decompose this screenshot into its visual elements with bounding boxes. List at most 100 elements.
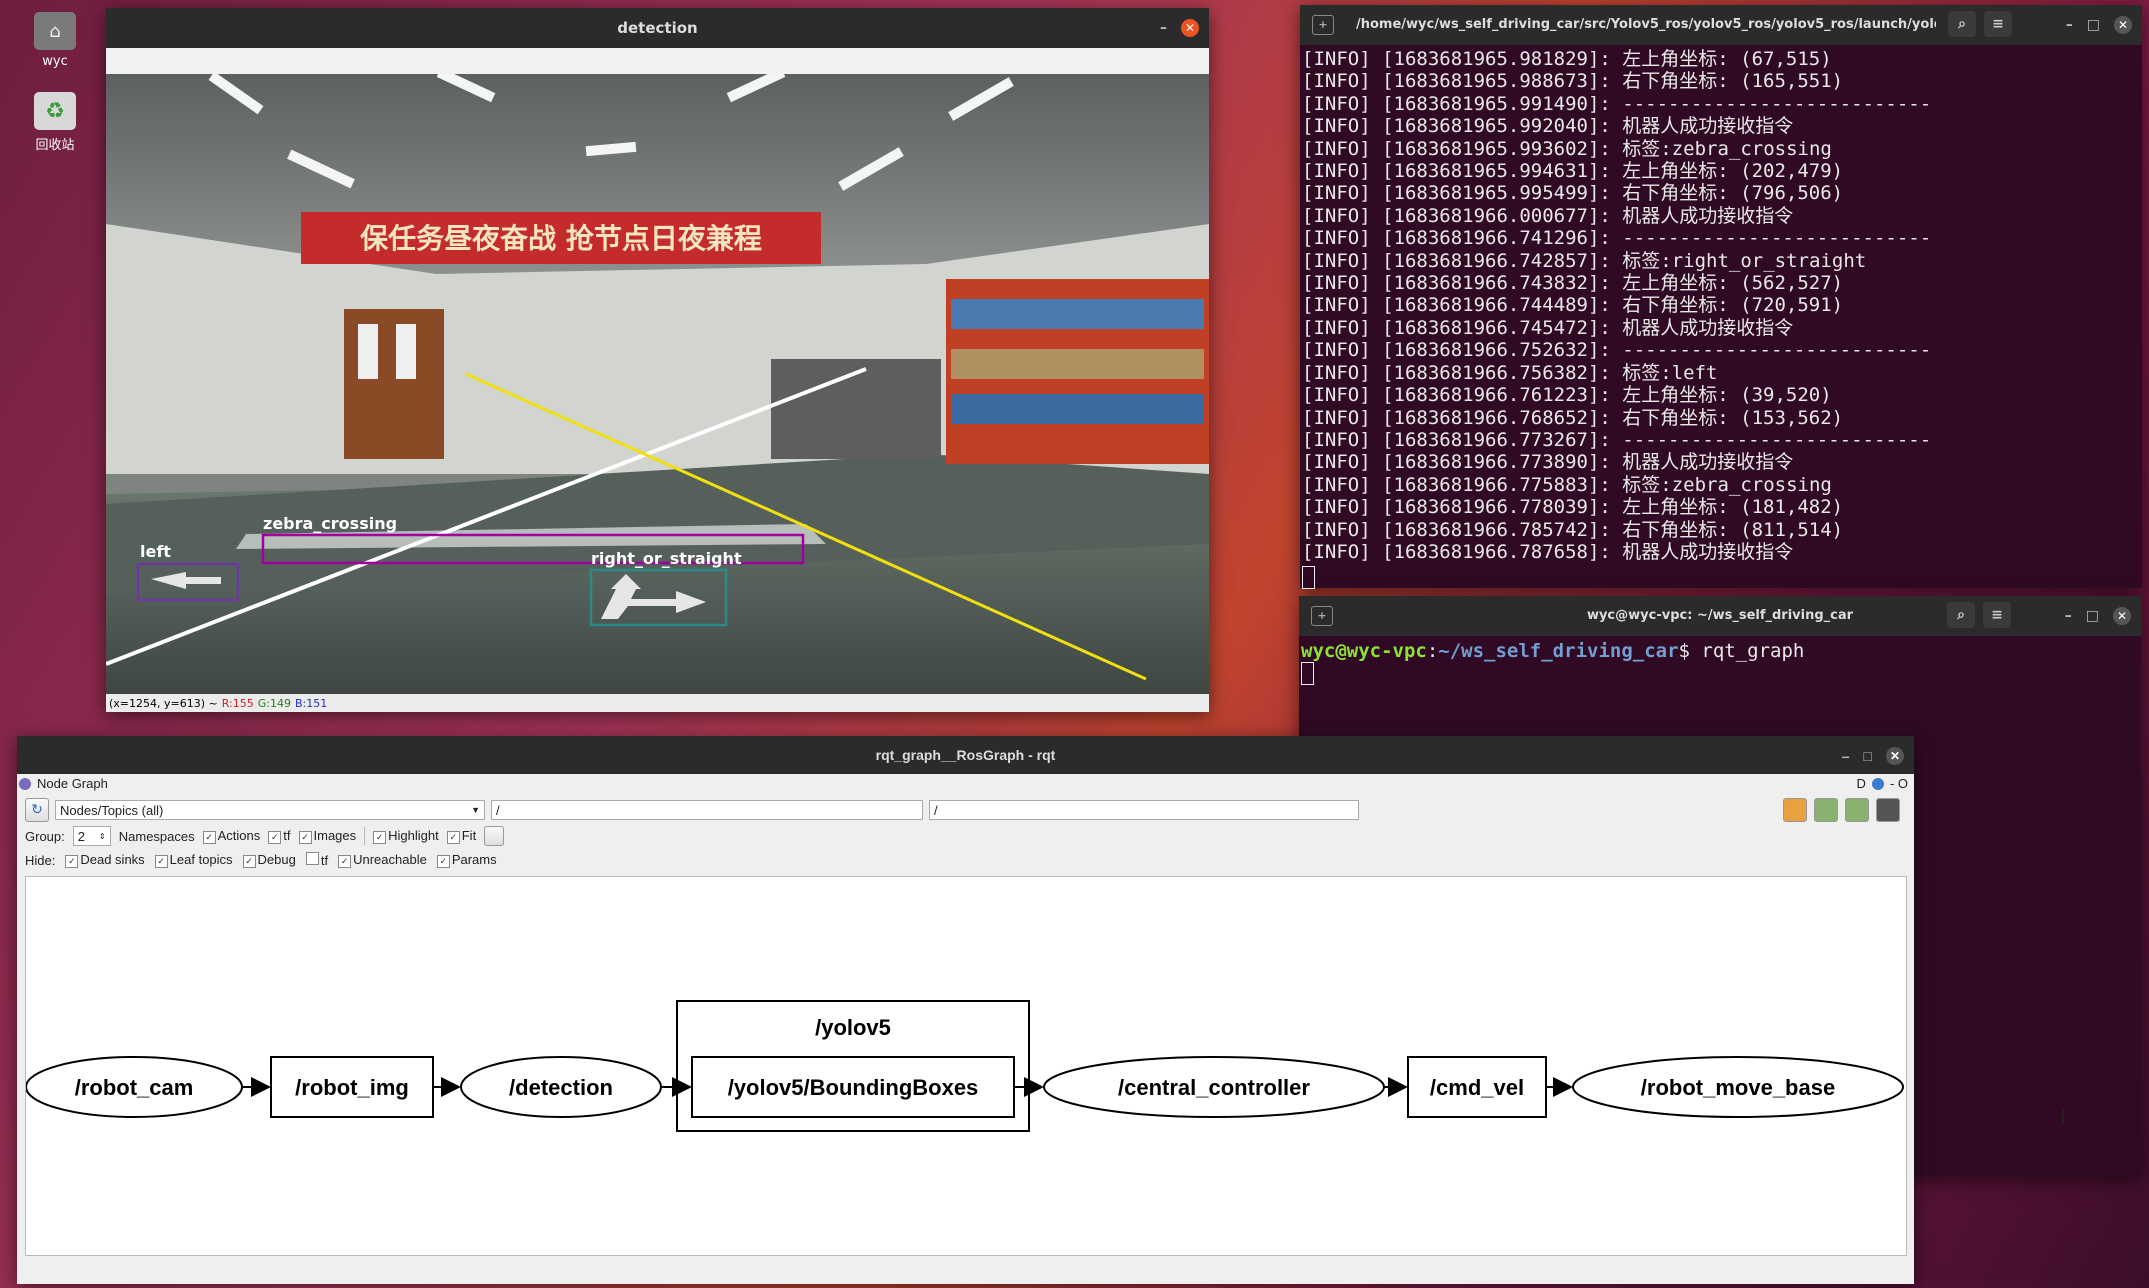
option-highlight[interactable]: ✓ Highlight: [373, 828, 439, 844]
divider: [364, 827, 366, 845]
log-line: [INFO] [1683681966.756382]: 标签:left: [1302, 361, 1718, 384]
hide-leaf-topics[interactable]: ✓ Leaf topics: [154, 852, 233, 868]
topic-filter-value: /: [934, 802, 938, 818]
save-image-icon[interactable]: [1876, 798, 1900, 822]
hide-unreachable[interactable]: ✓ Unreachable: [338, 852, 427, 868]
load-dot-icon[interactable]: [1783, 798, 1807, 822]
search-icon[interactable]: ⌕: [1948, 11, 1976, 37]
option-actions[interactable]: ✓ Actions: [202, 828, 260, 844]
command-text: rqt_graph: [1701, 640, 1805, 662]
prompt-end: $: [1678, 640, 1702, 662]
trash-icon[interactable]: ♻ 回收站: [25, 92, 85, 153]
fit-view-icon[interactable]: [484, 826, 505, 846]
node-robot-cam-label: /robot_cam: [75, 1075, 194, 1100]
log-line: [INFO] [1683681966.742857]: 标签:right_or_…: [1302, 249, 1867, 272]
close-icon[interactable]: ✕: [1886, 747, 1904, 765]
minimize-icon[interactable]: –: [2065, 605, 2072, 627]
namespace-yolov5-label: /yolov5: [815, 1015, 891, 1040]
terminal-launch-titlebar: + /home/wyc/ws_self_driving_car/src/Yolo…: [1300, 5, 2142, 45]
pixel-green: G:149: [257, 696, 291, 710]
topic-filter-input[interactable]: /: [929, 800, 1359, 820]
maximize-icon[interactable]: □: [1864, 748, 1872, 764]
namespace-filter-value: /: [496, 802, 500, 818]
pixel-coords: (x=1254, y=613) ~: [109, 696, 218, 710]
rqt-title: rqt_graph__RosGraph - rqt: [875, 747, 1056, 763]
hide-row: Hide: ✓ Dead sinks ✓ Leaf topics ✓ Debug tf…: [25, 852, 497, 868]
new-tab-icon[interactable]: +: [1311, 606, 1333, 626]
namespace-filter-input[interactable]: /: [491, 800, 923, 820]
option-tf[interactable]: ✓ tf: [268, 828, 291, 844]
new-tab-icon[interactable]: +: [1312, 15, 1334, 35]
hide-label: Hide:: [25, 852, 56, 868]
left-label: left: [140, 542, 171, 561]
log-line: [INFO] [1683681966.000677]: 机器人成功接收指令: [1302, 204, 1794, 227]
search-icon[interactable]: ⌕: [1947, 602, 1975, 628]
log-line: [INFO] [1683681966.768652]: 右下角坐标: (153,…: [1302, 406, 1844, 429]
log-line: [INFO] [1683681966.775883]: 标签:zebra_cro…: [1302, 473, 1832, 496]
help-icon[interactable]: [1871, 777, 1884, 790]
terminal-launch-title: /home/wyc/ws_self_driving_car/src/Yolov5…: [1356, 16, 1936, 32]
hide-tf[interactable]: tf: [305, 852, 328, 868]
mode-select[interactable]: Nodes/Topics (all) ▼: [55, 800, 485, 820]
close-icon[interactable]: ✕: [2114, 16, 2132, 34]
plugin-header: Node Graph: [19, 776, 108, 791]
camera-image: 保任务昼夜奋战 抢节点日夜兼程 zebra_crossing left righ…: [106, 74, 1209, 694]
log-line: [INFO] [1683681966.745472]: 机器人成功接收指令: [1302, 316, 1794, 339]
topic-cmd-vel-label: /cmd_vel: [1430, 1075, 1524, 1100]
save-svg-icon[interactable]: [1845, 798, 1869, 822]
rqt-titlebar: rqt_graph__RosGraph - rqt – □ ✕: [17, 736, 1914, 774]
menu-icon[interactable]: ≡: [1983, 602, 2011, 628]
rqt-window: rqt_graph__RosGraph - rqt – □ ✕ Node Gra…: [17, 736, 1914, 1284]
shell-cursor: [1301, 662, 1314, 686]
terminal-shell-output[interactable]: wyc@wyc-vpc:~/ws_self_driving_car$ rqt_g…: [1299, 636, 2141, 689]
hide-params[interactable]: ✓ Params: [436, 852, 497, 868]
close-plugin-button[interactable]: - O: [1890, 776, 1908, 791]
group-spinbox[interactable]: 2 ⇕: [72, 826, 111, 846]
hide-debug[interactable]: ✓ Debug: [242, 852, 296, 868]
chevron-down-icon: ▼: [471, 805, 480, 815]
terminal-launch-cursor: [1300, 566, 2142, 590]
log-line: [INFO] [1683681966.744489]: 右下角坐标: (720,…: [1302, 294, 1844, 317]
zebra-crossing-label: zebra_crossing: [263, 514, 397, 533]
prompt-sep: :: [1426, 640, 1439, 662]
minimize-icon[interactable]: –: [2066, 14, 2073, 36]
dock-button[interactable]: D: [1857, 776, 1866, 791]
prompt-user: wyc@wyc-vpc: [1301, 640, 1427, 662]
pixel-blue: B:151: [294, 696, 328, 710]
minimize-icon[interactable]: –: [1842, 748, 1850, 764]
option-namespaces[interactable]: Namespaces: [119, 829, 195, 844]
log-line: [INFO] [1683681965.988673]: 右下角坐标: (165,…: [1302, 70, 1844, 93]
prompt-path: ~/ws_self_driving_car: [1438, 640, 1679, 662]
refresh-icon[interactable]: ↻: [25, 798, 49, 822]
save-dot-icon[interactable]: [1814, 798, 1838, 822]
hide-dead-sinks[interactable]: ✓ Dead sinks: [65, 852, 145, 868]
trash-label: 回收站: [35, 138, 75, 153]
terminal-launch-window: + /home/wyc/ws_self_driving_car/src/Yolo…: [1300, 5, 2142, 590]
graph-canvas[interactable]: /robot_cam /robot_img /detection /yolov5…: [25, 876, 1907, 1256]
node-robot-move-base-label: /robot_move_base: [1641, 1075, 1835, 1100]
mode-select-value: Nodes/Topics (all): [60, 802, 164, 818]
maximize-icon[interactable]: □: [2087, 14, 2100, 36]
home-folder-icon[interactable]: ⌂ wyc: [25, 12, 85, 69]
option-images[interactable]: ✓ Images: [298, 828, 356, 844]
group-value: 2: [77, 828, 85, 844]
maximize-icon[interactable]: □: [2086, 605, 2099, 627]
log-line: [INFO] [1683681965.994631]: 左上角坐标: (202,…: [1302, 160, 1844, 183]
log-line: [INFO] [1683681965.992040]: 机器人成功接收指令: [1302, 115, 1794, 138]
log-line: [INFO] [1683681966.778039]: 左上角坐标: (181,…: [1302, 496, 1844, 519]
group-label: Group:: [25, 828, 65, 844]
topic-robot-img-label: /robot_img: [295, 1075, 409, 1100]
menu-icon[interactable]: ≡: [1984, 11, 2012, 37]
minimize-icon[interactable]: –: [1160, 20, 1167, 36]
log-line: [INFO] [1683681966.743832]: 左上角坐标: (562,…: [1302, 272, 1844, 295]
filter-row: ↻ Nodes/Topics (all) ▼ / /: [25, 798, 1359, 822]
close-icon[interactable]: ✕: [1181, 19, 1199, 37]
terminal-launch-output[interactable]: [INFO] [1683681965.981829]: 左上角坐标: (67,5…: [1300, 45, 2142, 566]
pixel-status-bar: (x=1254, y=613) ~ R:155 G:149 B:151: [106, 694, 1209, 712]
log-line: [INFO] [1683681966.787658]: 机器人成功接收指令: [1302, 540, 1794, 563]
plugin-icon: [19, 777, 31, 790]
option-fit[interactable]: ✓ Fit: [446, 828, 476, 844]
right-or-straight-label: right_or_straight: [591, 549, 742, 568]
close-icon[interactable]: ✕: [2113, 607, 2131, 625]
home-folder-label: wyc: [42, 54, 68, 69]
